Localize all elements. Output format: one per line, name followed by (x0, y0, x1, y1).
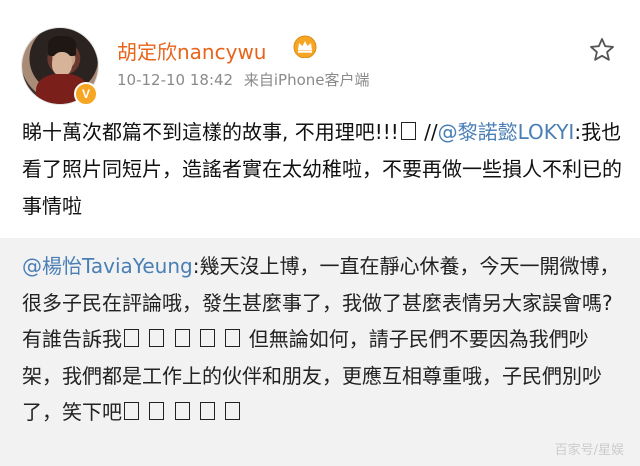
post-timestamp: 10-12-10 18:42 (117, 71, 234, 89)
missing-glyph-box (174, 329, 190, 347)
post-text: 睇十萬次都篇不到這樣的故事, 不用理吧!!! //@黎諾懿LOKYI:我也看了照… (22, 114, 622, 225)
watermark: 百家号/星娱 (554, 443, 624, 458)
missing-glyph-box (174, 402, 190, 420)
post-source[interactable]: 来自iPhone客户端 (244, 71, 370, 89)
post-meta: 10-12-10 18:42 来自iPhone客户端 (117, 69, 370, 90)
repost-block[interactable]: @楊怡TaviaYeung:幾天沒上博，一直在靜心休養，今天一開微博，很多子民在… (0, 238, 640, 466)
missing-glyph-box (124, 402, 139, 420)
missing-glyph-box (225, 329, 241, 347)
missing-glyph-box (400, 122, 416, 140)
missing-glyph-box (149, 329, 165, 347)
mention-link[interactable]: @黎諾懿LOKYI (438, 120, 575, 144)
missing-glyph-box (200, 329, 216, 347)
username[interactable]: 胡定欣nancywu (117, 36, 266, 65)
avatar-face (52, 52, 72, 76)
missing-glyph-box (149, 402, 165, 420)
weibo-post-screen: V 胡定欣nancywu 10-12-10 18:42 来自iPhone客户端 … (0, 0, 640, 466)
star-icon[interactable] (588, 36, 616, 64)
repost-mention-link[interactable]: @楊怡TaviaYeung (22, 254, 193, 278)
post-text-line: 睇十萬次都篇不到這樣的故事, 不用理吧!!! (22, 120, 399, 144)
missing-glyph-box (225, 402, 241, 420)
verified-badge-icon: V (74, 82, 98, 106)
vip-crown-icon (293, 35, 317, 58)
repost-marker: // (424, 120, 438, 144)
missing-glyph-box (200, 402, 216, 420)
repost-text: @楊怡TaviaYeung:幾天沒上博，一直在靜心休養，今天一開微博，很多子民在… (22, 248, 628, 431)
missing-glyph-box (124, 329, 139, 347)
